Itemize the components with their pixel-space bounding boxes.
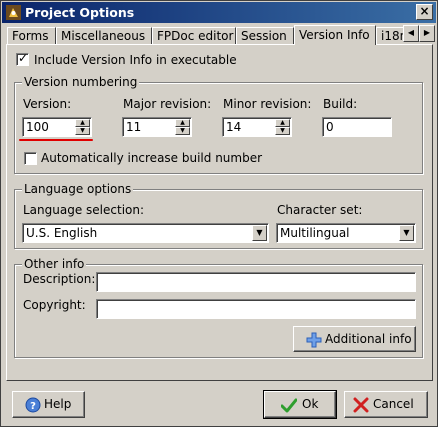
version-value: 100 bbox=[26, 120, 49, 134]
spin-down-icon[interactable]: ▼ bbox=[75, 127, 90, 135]
version-label: Version: bbox=[23, 97, 72, 111]
tab-scroll-left-button[interactable]: ◀ bbox=[403, 25, 419, 42]
tab-version-info[interactable]: Version Info bbox=[294, 25, 376, 45]
copyright-field[interactable] bbox=[96, 299, 416, 319]
close-icon: × bbox=[419, 4, 430, 18]
language-selection-label: Language selection: bbox=[23, 203, 145, 217]
close-button[interactable]: × bbox=[416, 4, 433, 20]
chevron-right-icon: ▶ bbox=[423, 28, 431, 37]
project-options-window: Project Options × Forms Miscellaneous FP… bbox=[0, 0, 438, 427]
tab-session[interactable]: Session bbox=[236, 27, 294, 45]
chevron-down-icon[interactable]: ▼ bbox=[399, 225, 414, 241]
tab-miscellaneous[interactable]: Miscellaneous bbox=[56, 27, 152, 45]
major-revision-value: 11 bbox=[126, 120, 142, 134]
tab-fpdoc-editor[interactable]: FPDoc editor bbox=[152, 27, 236, 45]
language-selection-value: U.S. English bbox=[26, 226, 98, 240]
spin-down-icon[interactable]: ▼ bbox=[175, 127, 190, 135]
ok-button[interactable]: Ok bbox=[263, 390, 337, 419]
character-set-label: Character set: bbox=[277, 203, 363, 217]
description-field[interactable] bbox=[96, 272, 416, 292]
tab-scroll-right-button[interactable]: ▶ bbox=[419, 25, 435, 42]
minor-revision-spin-buttons[interactable]: ▲ ▼ bbox=[275, 119, 290, 135]
major-revision-label: Major revision: bbox=[123, 97, 212, 111]
check-mark-icon: ✓ bbox=[18, 51, 29, 65]
cancel-button[interactable]: Cancel bbox=[344, 391, 428, 418]
tab-forms[interactable]: Forms bbox=[7, 27, 56, 45]
window-title: Project Options bbox=[25, 5, 135, 20]
additional-info-label: Additional info bbox=[325, 332, 412, 346]
svg-text:?: ? bbox=[30, 401, 36, 412]
major-revision-spin-buttons[interactable]: ▲ ▼ bbox=[175, 119, 190, 135]
build-label: Build: bbox=[323, 97, 358, 111]
title-bar[interactable]: Project Options × bbox=[2, 2, 436, 23]
check-icon bbox=[281, 398, 297, 413]
version-spin-buttons[interactable]: ▲ ▼ bbox=[75, 119, 90, 135]
ok-label: Ok bbox=[302, 397, 319, 411]
chevron-left-icon: ◀ bbox=[407, 28, 415, 37]
auto-increase-build-label: Automatically increase build number bbox=[41, 151, 263, 165]
major-revision-spinedit[interactable]: 11 ▲ ▼ bbox=[122, 117, 192, 137]
red-underline-annotation bbox=[19, 139, 93, 141]
auto-increase-build-checkbox[interactable] bbox=[24, 152, 37, 165]
help-icon: ? bbox=[25, 397, 41, 413]
language-options-title: Language options bbox=[22, 182, 134, 196]
minor-revision-value: 14 bbox=[226, 120, 242, 134]
other-info-title: Other info bbox=[22, 257, 87, 271]
character-set-value: Multilingual bbox=[280, 226, 350, 240]
help-label: Help bbox=[44, 397, 72, 411]
version-spinedit[interactable]: 100 ▲ ▼ bbox=[22, 117, 92, 137]
minor-revision-label: Minor revision: bbox=[223, 97, 312, 111]
cancel-x-icon bbox=[353, 397, 369, 413]
help-button[interactable]: ? Help bbox=[12, 391, 85, 418]
plus-icon bbox=[306, 332, 322, 348]
spin-up-icon[interactable]: ▲ bbox=[275, 119, 290, 127]
tab-strip: Forms Miscellaneous FPDoc editor Session… bbox=[7, 25, 413, 45]
character-set-combobox[interactable]: Multilingual ▼ bbox=[276, 223, 416, 243]
build-value: 0 bbox=[326, 120, 334, 134]
minor-revision-spinedit[interactable]: 14 ▲ ▼ bbox=[222, 117, 292, 137]
spin-down-icon[interactable]: ▼ bbox=[275, 127, 290, 135]
version-numbering-title: Version numbering bbox=[22, 75, 140, 89]
app-icon bbox=[6, 5, 21, 20]
chevron-down-icon[interactable]: ▼ bbox=[252, 225, 267, 241]
spin-up-icon[interactable]: ▲ bbox=[175, 119, 190, 127]
include-version-info-checkbox[interactable]: ✓ bbox=[16, 51, 29, 66]
additional-info-button[interactable]: Additional info bbox=[293, 326, 416, 352]
include-version-info-label: Include Version Info in executable bbox=[34, 53, 237, 67]
copyright-label: Copyright: bbox=[23, 298, 86, 312]
language-selection-combobox[interactable]: U.S. English ▼ bbox=[22, 223, 269, 243]
cancel-label: Cancel bbox=[373, 397, 414, 411]
description-label: Description: bbox=[23, 272, 96, 286]
spin-up-icon[interactable]: ▲ bbox=[75, 119, 90, 127]
build-field[interactable]: 0 bbox=[322, 117, 392, 137]
